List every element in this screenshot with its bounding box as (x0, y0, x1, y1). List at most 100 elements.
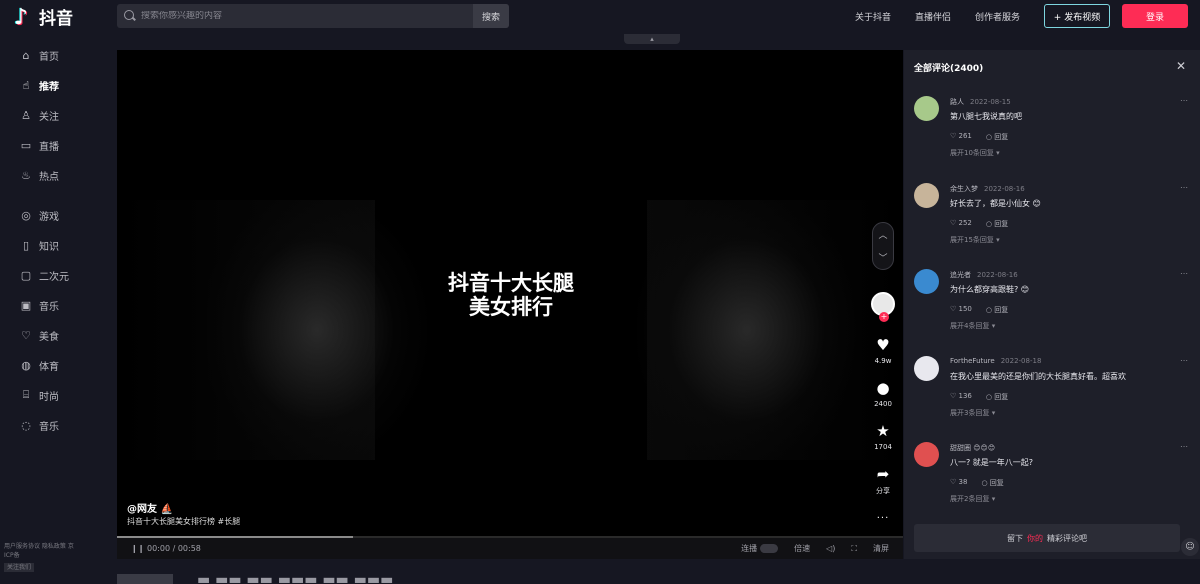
video-glow-left (207, 200, 427, 460)
collapse-header-handle[interactable]: ▴ (624, 34, 680, 44)
favorite-action[interactable]: ★ 1704 (874, 422, 892, 451)
search-icon (123, 9, 137, 23)
sidebar-item-label: 音乐 (39, 421, 59, 433)
sidebar-item-fashion[interactable]: ⌸ 时尚 (0, 380, 98, 410)
comment-input-suffix: 精彩评论吧 (1047, 533, 1087, 543)
comment-reply-button[interactable]: ○ 回复 (986, 219, 1008, 229)
flame-icon: ♨ (21, 168, 31, 182)
sidebar-item-live[interactable]: ▭ 直播 (0, 130, 98, 160)
douyin-logo[interactable]: ♪ ♪ ♪ 抖音 (12, 4, 73, 29)
comment-avatar[interactable] (914, 442, 939, 467)
sidebar-item-sports[interactable]: ◍ 体育 (0, 350, 98, 380)
comment-reply-label: 回复 (994, 220, 1009, 228)
link-live-companion[interactable]: 直播伴侣 (915, 10, 951, 23)
expand-replies[interactable]: 展开10条回复 ▾ (950, 148, 1000, 158)
sidebar-item-food[interactable]: ♡ 美食 (0, 320, 98, 350)
thumbs-up-icon: ☝ (22, 78, 30, 92)
comment-reply-button[interactable]: ○ 回复 (986, 132, 1008, 142)
comment-bubble-icon: ● (876, 379, 890, 397)
comment-more-icon[interactable]: ⋯ (1180, 269, 1188, 278)
sidebar-item-anime[interactable]: ▢ 二次元 (0, 260, 98, 290)
fashion-icon: ⌸ (22, 388, 30, 401)
link-creator-service[interactable]: 创作者服务 (975, 10, 1020, 23)
comment-user[interactable]: 余生入梦 (950, 185, 978, 193)
speed-button[interactable]: 倍速 (794, 543, 810, 554)
more-dots-icon: ··· (876, 513, 890, 524)
app-name: 抖音 (39, 9, 73, 29)
search-button[interactable]: 搜索 (473, 4, 509, 28)
comment-like-button[interactable]: ♡ 38 (950, 478, 967, 488)
link-about[interactable]: 关于抖音 (855, 10, 891, 23)
comment-user[interactable]: 追光者 (950, 271, 971, 279)
more-action[interactable]: ··· (877, 510, 890, 528)
comment-user[interactable]: 路人 (950, 98, 964, 106)
follow-us-link[interactable]: 关注我们 (4, 563, 35, 572)
comment-action[interactable]: ● 2400 (874, 379, 892, 408)
comment-text: 为什么都穿高跟鞋? 😊 (950, 285, 1030, 294)
comment-like-button[interactable]: ♡ 136 (950, 392, 972, 402)
sidebar-item-music[interactable]: ▣ 音乐 (0, 290, 98, 320)
comment-reply-button[interactable]: ○ 回复 (986, 392, 1008, 402)
douyin-note-icon: ♪ ♪ ♪ (13, 4, 30, 31)
sidebar-item-label: 音乐 (39, 301, 59, 313)
clear-screen-button[interactable]: 清屏 (873, 543, 889, 554)
login-button[interactable]: 登录 (1122, 4, 1188, 28)
feedback-icon[interactable]: ☺ (1181, 538, 1199, 556)
comment-input[interactable]: 留下 你的 精彩评论吧 (914, 524, 1180, 552)
comment-user[interactable]: FortheFuture (950, 357, 995, 365)
comment-avatar[interactable] (914, 269, 939, 294)
toggle-switch (760, 544, 779, 553)
sidebar-item-hot[interactable]: ♨ 热点 (0, 160, 98, 190)
sidebar-item-follow[interactable]: ♙ 关注 (0, 100, 98, 130)
upload-video-button[interactable]: + 发布视频 (1044, 4, 1110, 28)
expand-replies-label: 展开15条回复 (950, 236, 994, 244)
comment-reply-label: 回复 (989, 479, 1004, 487)
chevron-up-icon[interactable]: ︿ (878, 228, 887, 241)
next-video-thumbnail[interactable] (117, 574, 173, 584)
close-icon[interactable]: ✕ (1176, 59, 1186, 73)
video-time: 00:00 / 00:58 (147, 544, 201, 553)
expand-replies[interactable]: 展开15条回复 ▾ (950, 235, 1000, 245)
follow-plus-icon[interactable]: + (879, 312, 889, 322)
sidebar-item-music-2[interactable]: ◌ 音乐 (0, 410, 98, 440)
autoplay-toggle[interactable]: 连播 (741, 543, 779, 554)
comment-more-icon[interactable]: ⋯ (1180, 356, 1188, 365)
comment-like-button[interactable]: ♡ 150 (950, 305, 972, 315)
comment-like-button[interactable]: ♡ 261 (950, 132, 972, 142)
sidebar-item-home[interactable]: ⌂ 首页 (0, 40, 98, 70)
video-caption: 抖音十大长腿美女排行榜 #长腿 (127, 517, 241, 526)
comment-more-icon[interactable]: ⋯ (1180, 96, 1188, 105)
video-player[interactable]: 抖音十大长腿 美女排行 @网友 ⛵ 抖音十大长腿美女排行榜 #长腿 ︿ ﹀ + … (117, 50, 903, 559)
comment-reply-button[interactable]: ○ 回复 (981, 478, 1003, 488)
share-action[interactable]: ➦ 分享 (876, 465, 890, 496)
sidebar-item-label: 美食 (39, 331, 59, 343)
like-action[interactable]: ♥ 4.9w (875, 336, 892, 365)
sidebar-item-recommend[interactable]: ☝ 推荐 (0, 70, 98, 100)
comment-count: 2400 (874, 400, 892, 408)
comment-avatar[interactable] (914, 183, 939, 208)
sidebar-item-knowledge[interactable]: ▯ 知识 (0, 230, 98, 260)
volume-icon[interactable]: ◁) (826, 544, 835, 553)
comment-input-highlight: 你的 (1027, 533, 1043, 543)
pause-icon[interactable]: ❙❙ (131, 544, 144, 553)
video-author[interactable]: @网友 ⛵ (127, 500, 173, 515)
comment-more-icon[interactable]: ⋯ (1180, 183, 1188, 192)
comment-user[interactable]: 甜甜圈 😊😊😊 (950, 444, 995, 452)
comment-reply-button[interactable]: ○ 回复 (986, 305, 1008, 315)
comment-avatar[interactable] (914, 96, 939, 121)
comment-like-button[interactable]: ♡ 252 (950, 219, 972, 229)
fullscreen-icon[interactable]: ⛶ (851, 544, 857, 554)
expand-replies[interactable]: 展开2条回复 ▾ (950, 494, 995, 504)
expand-replies[interactable]: 展开4条回复 ▾ (950, 321, 995, 331)
sidebar-item-games[interactable]: ◎ 游戏 (0, 200, 98, 230)
author-avatar[interactable]: + (871, 292, 895, 322)
comment-text: 第八腿七我说真的吧 (950, 112, 1022, 121)
sidebar-item-label: 二次元 (39, 271, 69, 283)
share-label: 分享 (876, 487, 890, 495)
search-input[interactable] (141, 11, 473, 21)
share-arrow-icon: ➦ (876, 465, 890, 483)
expand-replies[interactable]: 展开3条回复 ▾ (950, 408, 995, 418)
chevron-down-icon[interactable]: ﹀ (878, 251, 887, 264)
comment-avatar[interactable] (914, 356, 939, 381)
comment-more-icon[interactable]: ⋯ (1180, 442, 1188, 451)
